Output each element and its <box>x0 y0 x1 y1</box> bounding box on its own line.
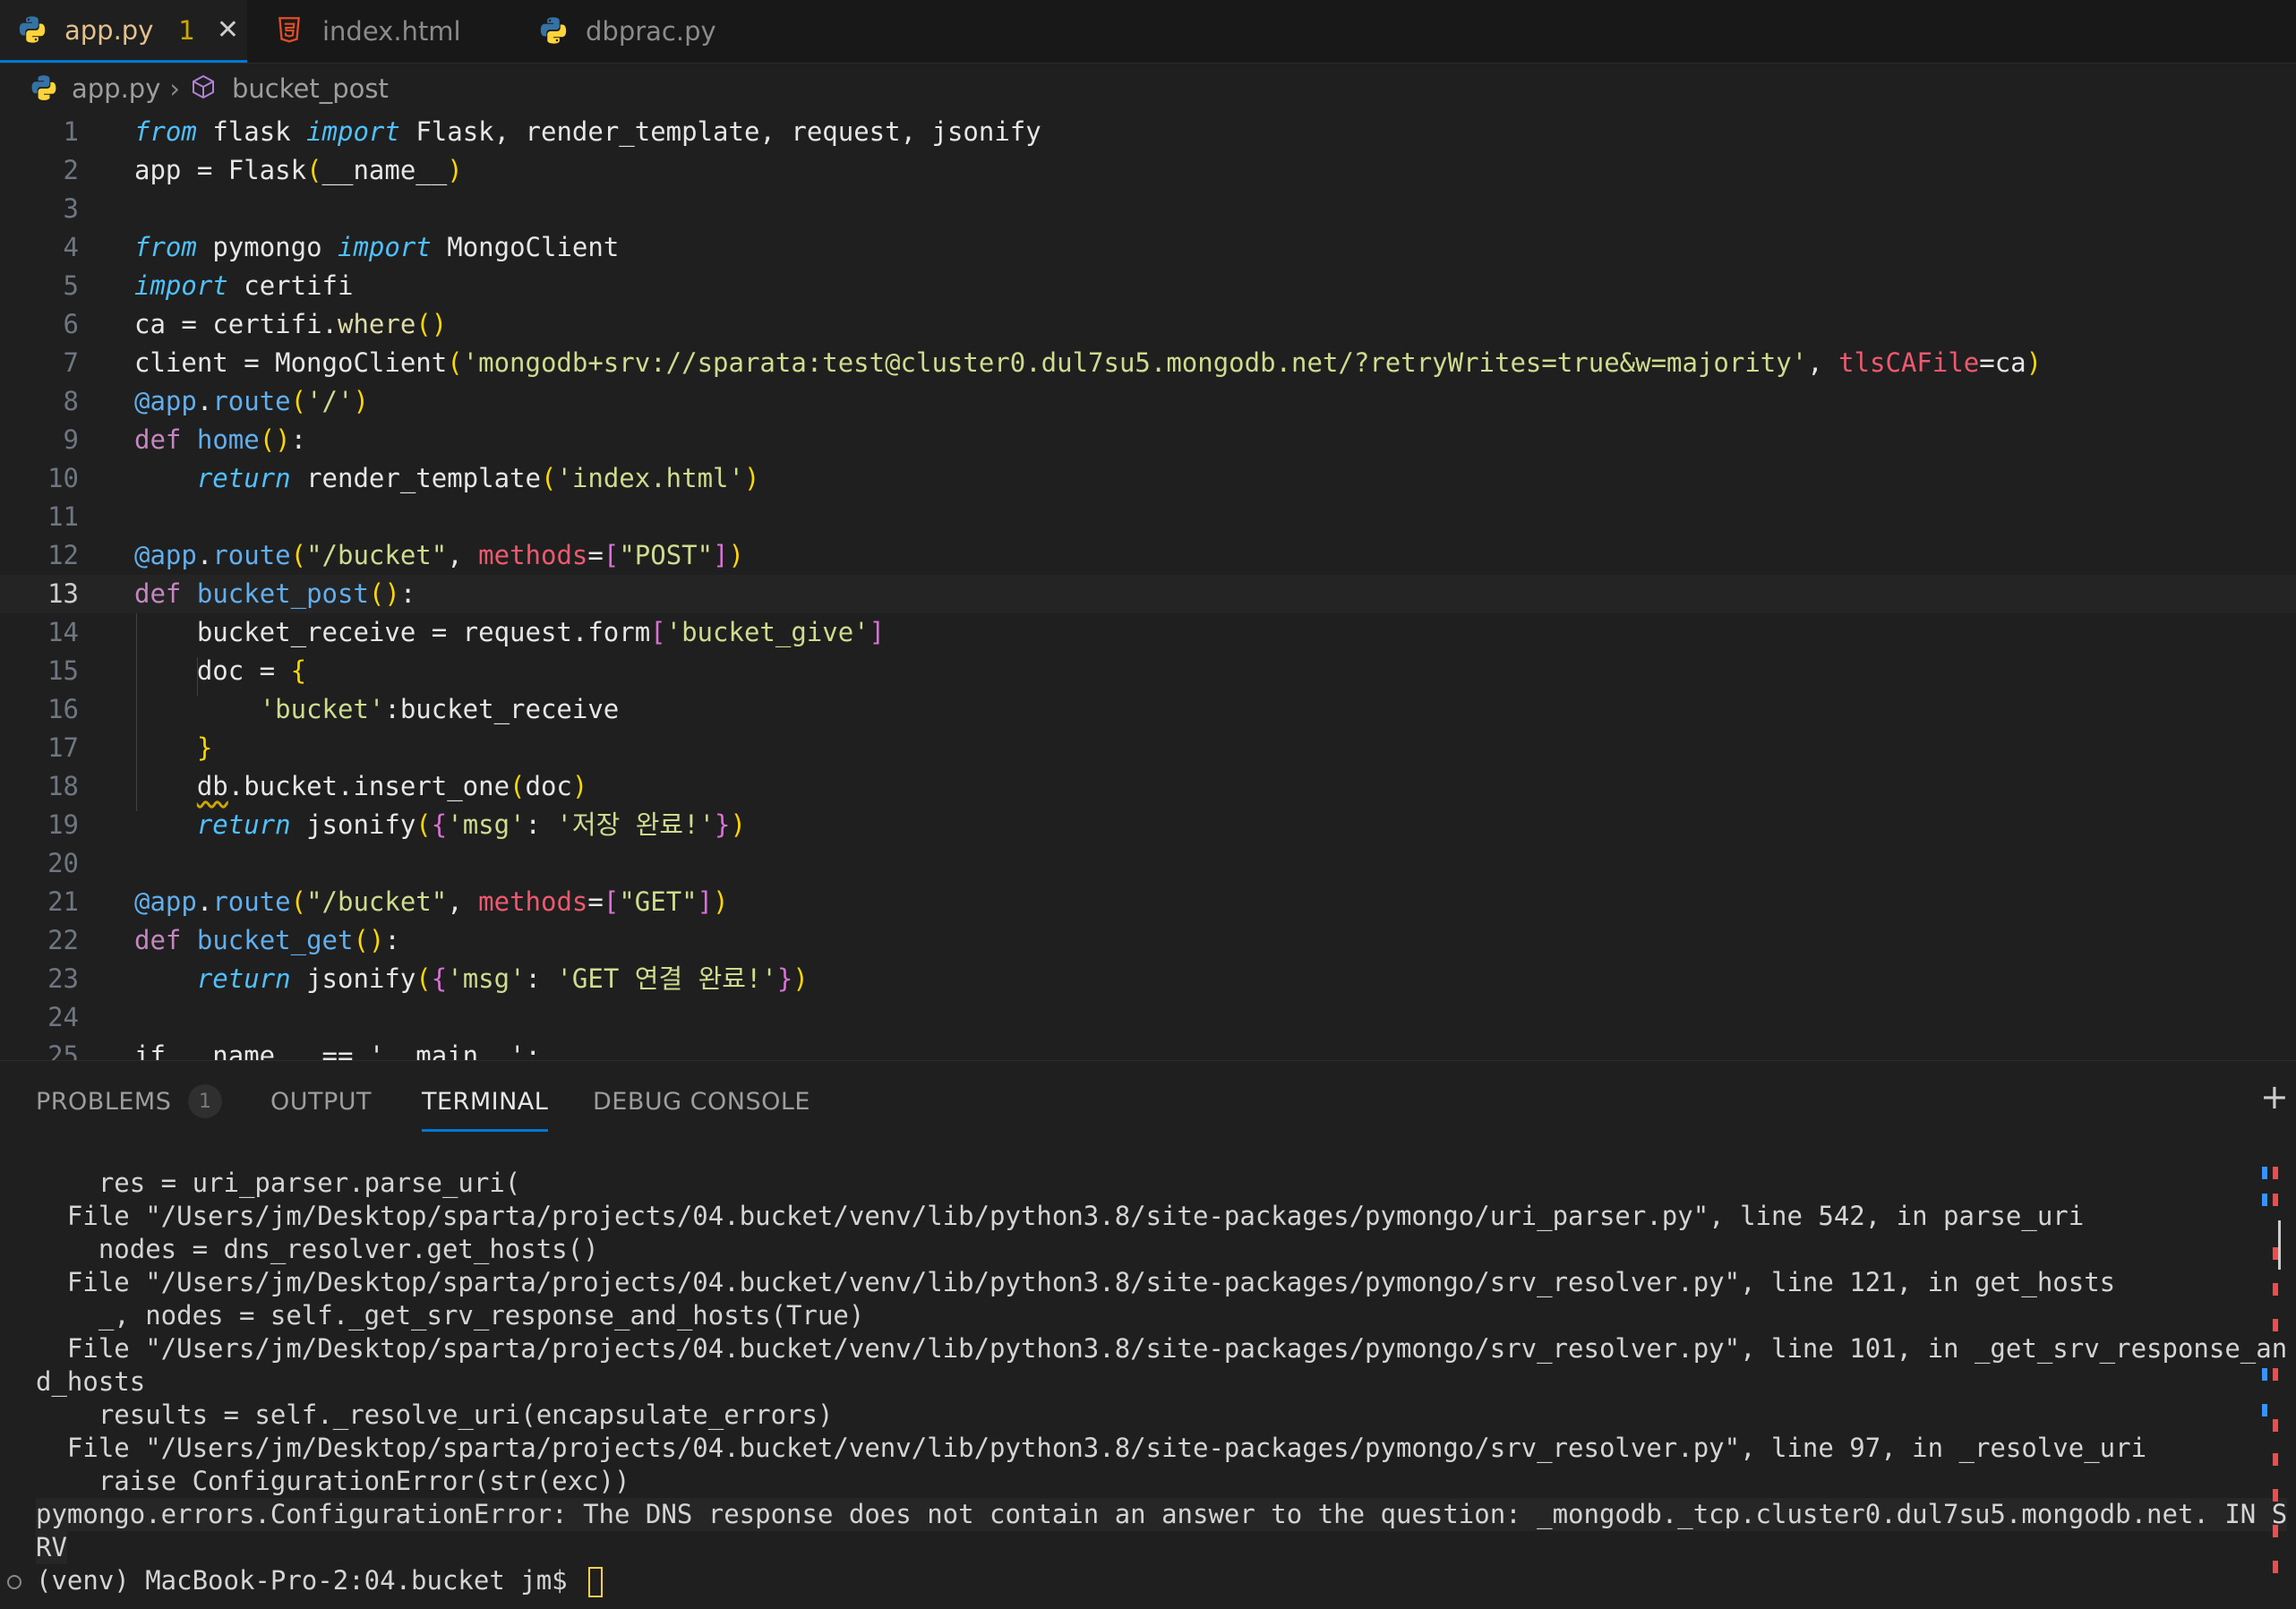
line-number: 6 <box>63 309 79 339</box>
line-number: 1 <box>63 116 79 147</box>
tab-label: dbprac.py <box>586 16 716 47</box>
line-number: 22 <box>47 925 79 955</box>
line-number: 7 <box>63 347 79 378</box>
code-line: 4 from pymongo import MongoClient <box>0 228 2296 267</box>
terminal-cursor <box>588 1567 604 1597</box>
code-editor[interactable]: 1 from flask import Flask, render_templat… <box>0 113 2296 1060</box>
line-number: 24 <box>47 1002 79 1032</box>
chevron-right-icon: › <box>169 73 180 104</box>
line-number: 4 <box>63 232 79 262</box>
line-number: 10 <box>47 463 79 493</box>
line-number: 20 <box>47 848 79 878</box>
tab-index-html[interactable]: index.html <box>274 0 507 63</box>
command-status-circle-icon <box>7 1575 21 1589</box>
tab-problems[interactable]: PROBLEMS <box>36 1088 171 1116</box>
terminal-error-line: RV <box>36 1531 67 1564</box>
line-number: 12 <box>47 540 79 570</box>
code-line: 22 def bucket_get(): <box>0 921 2296 960</box>
problem-count-badge: 1 <box>178 14 195 46</box>
breadcrumb-symbol[interactable]: bucket_post <box>232 73 389 104</box>
terminal-error-line: pymongo.errors.ConfigurationError: The D… <box>36 1498 2288 1531</box>
breadcrumb: app.py › bucket_post <box>29 70 389 107</box>
line-number: 8 <box>63 386 79 416</box>
line-number: 9 <box>63 424 79 455</box>
prompt-text: (venv) MacBook-Pro-2:04.bucket jm$ <box>36 1565 584 1596</box>
breadcrumb-file[interactable]: app.py <box>72 73 160 104</box>
code-line: 7 client = MongoClient('mongodb+srv://spa… <box>0 344 2296 382</box>
code-line: 16 'bucket':bucket_receive <box>0 690 2296 729</box>
code-line: 3 <box>0 190 2296 228</box>
code-line: 18 db.bucket.insert_one(doc) <box>0 767 2296 806</box>
code-line: 21 @app.route("/bucket", methods=["GET"]) <box>0 883 2296 921</box>
terminal-prompt[interactable]: (venv) MacBook-Pro-2:04.bucket jm$ <box>36 1564 604 1597</box>
terminal-line: _, nodes = self._get_srv_response_and_ho… <box>36 1300 865 1331</box>
code-line: 25 if __name__ == '__main__': <box>0 1037 2296 1060</box>
python-icon <box>537 14 571 48</box>
code-line: 15 doc = { <box>0 652 2296 690</box>
tab-dbprac-py[interactable]: dbprac.py <box>537 0 770 63</box>
code-line: 23 return jsonify({'msg': 'GET 연결 완료!'}) <box>0 960 2296 998</box>
tab-terminal[interactable]: TERMINAL <box>422 1088 549 1132</box>
new-terminal-plus-icon[interactable]: + <box>2260 1079 2296 1115</box>
tab-label: app.py <box>64 14 154 46</box>
panel-tab-bar: PROBLEMS 1 OUTPUT TERMINAL DEBUG CONSOLE… <box>0 1061 2296 1142</box>
code-line: 14 bucket_receive = request.form['bucket… <box>0 613 2296 652</box>
line-number: 14 <box>47 617 79 647</box>
line-number: 17 <box>47 732 79 763</box>
code-line: 20 <box>0 844 2296 883</box>
line-number: 2 <box>63 155 79 185</box>
line-number: 15 <box>47 655 79 686</box>
terminal-line: File "/Users/jm/Desktop/sparta/projects/… <box>36 1433 2147 1463</box>
warning-squiggle: db <box>196 771 228 801</box>
html5-icon <box>274 14 308 48</box>
terminal-line: res = uri_parser.parse_uri( <box>36 1168 521 1198</box>
tab-label: index.html <box>322 16 461 47</box>
tab-debug-console[interactable]: DEBUG CONSOLE <box>593 1088 810 1116</box>
terminal-line: results = self._resolve_uri(encapsulate_… <box>36 1399 834 1430</box>
code-line-current: 13 def bucket_post(): <box>0 575 2296 613</box>
close-icon[interactable]: ✕ <box>217 14 239 46</box>
code-line: 11 <box>0 498 2296 536</box>
code-line: 5 import certifi <box>0 267 2296 305</box>
terminal-scrollbar[interactable] <box>2262 1167 2283 1588</box>
terminal-line: File "/Users/jm/Desktop/sparta/projects/… <box>36 1267 2116 1297</box>
line-number: 16 <box>47 694 79 724</box>
terminal-line: d_hosts <box>36 1366 146 1397</box>
code-line: 19 return jsonify({'msg': '저장 완료!'}) <box>0 806 2296 844</box>
code-line: 8 @app.route('/') <box>0 382 2296 421</box>
line-number: 21 <box>47 886 79 917</box>
code-line: 9 def home(): <box>0 421 2296 459</box>
bottom-panel: PROBLEMS 1 OUTPUT TERMINAL DEBUG CONSOLE… <box>0 1060 2296 1609</box>
line-number: 23 <box>47 963 79 994</box>
terminal-line: raise ConfigurationError(str(exc)) <box>36 1466 630 1496</box>
line-number: 13 <box>47 578 79 609</box>
python-icon <box>29 73 61 105</box>
method-cube-icon <box>189 73 221 105</box>
code-line: 6 ca = certifi.where() <box>0 305 2296 344</box>
code-line: 10 return render_template('index.html') <box>0 459 2296 498</box>
tab-app-py[interactable]: app.py 1 ✕ <box>0 0 247 63</box>
line-number: 19 <box>47 809 79 840</box>
code-line: 2 app = Flask(__name__) <box>0 151 2296 190</box>
line-number: 11 <box>47 501 79 532</box>
editor-tab-bar: app.py 1 ✕ index.html dbprac.py <box>0 0 2296 64</box>
line-number: 25 <box>47 1040 79 1060</box>
problems-count-badge: 1 <box>188 1084 222 1118</box>
line-number: 18 <box>47 771 79 801</box>
terminal-line: nodes = dns_resolver.get_hosts() <box>36 1234 599 1264</box>
code-line: 24 <box>0 998 2296 1037</box>
python-icon <box>16 13 50 47</box>
line-number: 3 <box>63 193 79 224</box>
terminal-line: File "/Users/jm/Desktop/sparta/projects/… <box>36 1333 2288 1364</box>
code-line: 1 from flask import Flask, render_templat… <box>0 113 2296 151</box>
tab-output[interactable]: OUTPUT <box>270 1088 372 1116</box>
line-number: 5 <box>63 270 79 301</box>
code-line: 17 } <box>0 729 2296 767</box>
code-line: 12 @app.route("/bucket", methods=["POST"]… <box>0 536 2296 575</box>
terminal-line: File "/Users/jm/Desktop/sparta/projects/… <box>36 1201 2085 1231</box>
